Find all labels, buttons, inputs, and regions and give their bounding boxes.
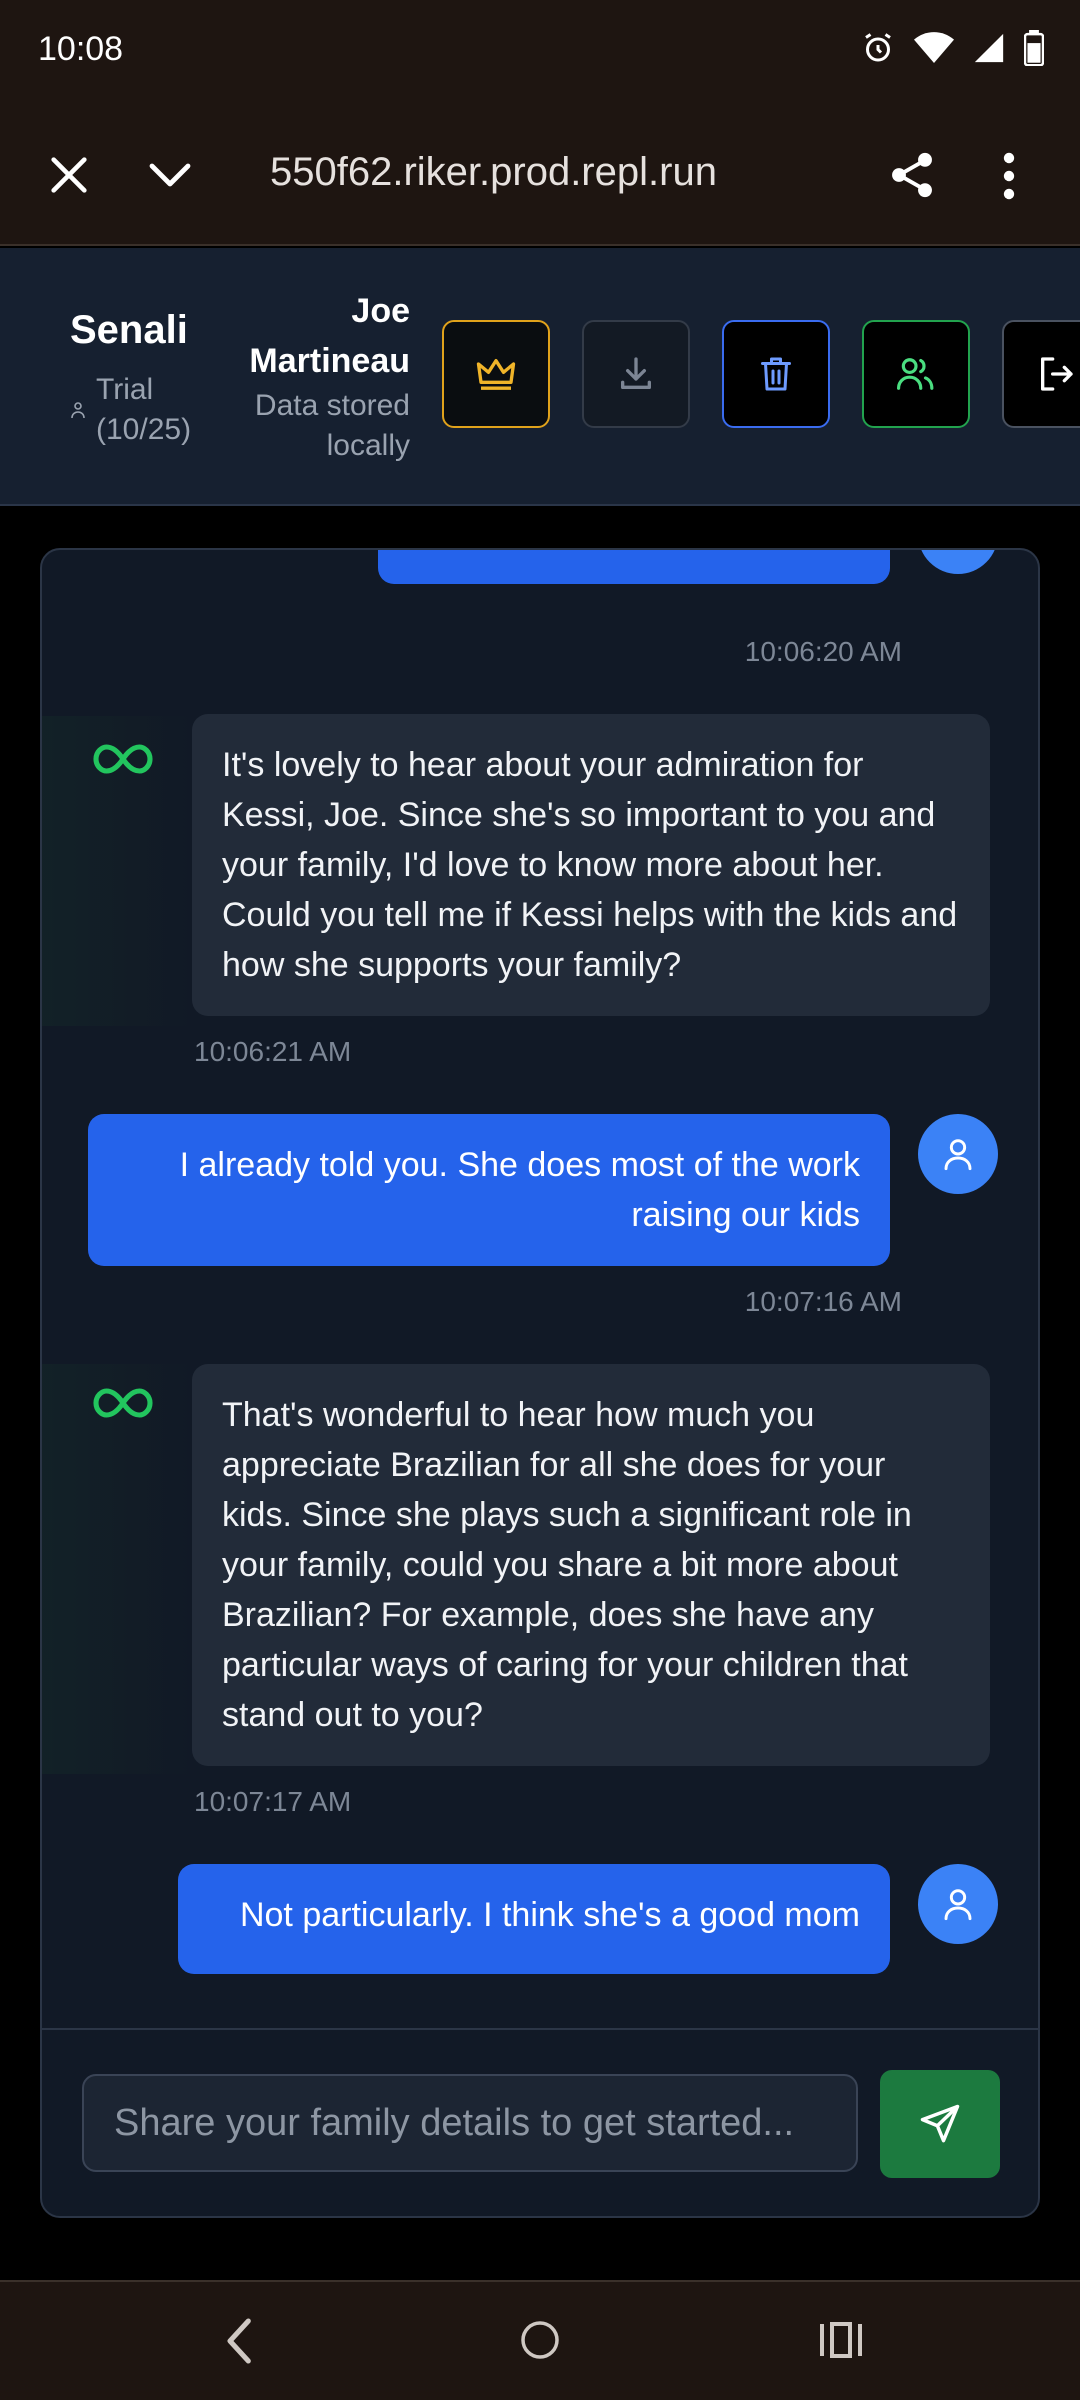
status-bar: 10:08 bbox=[0, 0, 1080, 104]
user-name-line1: Joe bbox=[351, 292, 410, 330]
user-icon bbox=[944, 1889, 972, 1921]
message-text: That's wonderful to hear how much you ap… bbox=[222, 1396, 912, 1734]
battery-icon bbox=[1024, 30, 1044, 66]
infinity-icon bbox=[93, 744, 153, 774]
storage-line2: locally bbox=[326, 429, 410, 462]
trial-status: Trial (10/25) bbox=[70, 370, 191, 450]
browser-toolbar: 550f62.riker.prod.repl.run bbox=[0, 104, 1080, 246]
back-icon[interactable] bbox=[220, 2316, 260, 2366]
plan-count: (10/25) bbox=[96, 413, 192, 446]
plan-label: Trial bbox=[96, 373, 154, 406]
user-avatar bbox=[918, 550, 998, 574]
url-field[interactable]: 550f62.riker.prod.repl.run bbox=[270, 150, 717, 195]
user-message: I already told you. She does most of the… bbox=[88, 1114, 890, 1266]
user-message: Not particularly. I think she's a good m… bbox=[178, 1864, 890, 1974]
send-button[interactable] bbox=[880, 2070, 1000, 2178]
message-text: I already told you. She does most of the… bbox=[179, 1146, 860, 1234]
assistant-message: It's lovely to hear about your admiratio… bbox=[192, 714, 990, 1016]
user-avatar bbox=[918, 1864, 998, 1944]
family-button[interactable] bbox=[862, 320, 970, 428]
user-avatar bbox=[918, 1114, 998, 1194]
wifi-icon bbox=[914, 32, 954, 63]
storage-line1: Data stored bbox=[254, 389, 410, 422]
trash-icon bbox=[761, 357, 791, 391]
assistant-glow bbox=[42, 1364, 192, 1774]
message-text: Not particularly. I think she's a good m… bbox=[239, 1896, 860, 1934]
message-timestamp: 10:06:21 AM bbox=[194, 1036, 352, 1067]
more-vert-icon[interactable] bbox=[996, 152, 1022, 200]
user-info: Joe Martineau Data stored locally bbox=[210, 286, 410, 466]
logout-button[interactable] bbox=[1002, 320, 1080, 428]
delete-button[interactable] bbox=[722, 320, 830, 428]
users-icon bbox=[896, 358, 934, 390]
user-icon bbox=[944, 1139, 972, 1171]
status-time: 10:08 bbox=[38, 30, 124, 68]
assistant-message: That's wonderful to hear how much you ap… bbox=[192, 1364, 990, 1766]
system-nav-bar bbox=[0, 2280, 1080, 2400]
message-text: It's lovely to hear about your admiratio… bbox=[222, 746, 958, 984]
message-list[interactable]: 10:06:20 AM It's lovely to hear about yo… bbox=[42, 550, 1038, 2028]
message-timestamp: 10:06:20 AM bbox=[744, 636, 902, 667]
crown-icon bbox=[476, 358, 516, 390]
share-icon[interactable] bbox=[886, 148, 938, 202]
alarm-icon bbox=[865, 33, 891, 62]
composer bbox=[42, 2028, 1038, 2216]
infinity-icon bbox=[93, 1388, 153, 1418]
logout-icon bbox=[1041, 357, 1073, 391]
signal-icon bbox=[974, 33, 1004, 63]
chat-panel: 10:06:20 AM It's lovely to hear about yo… bbox=[40, 548, 1040, 2218]
chevron-down-icon[interactable] bbox=[146, 156, 194, 196]
message-input[interactable] bbox=[82, 2074, 858, 2172]
user-small-icon bbox=[71, 402, 85, 419]
message-timestamp: 10:07:16 AM bbox=[744, 1286, 902, 1317]
status-icons bbox=[860, 30, 1044, 66]
send-icon bbox=[920, 2104, 960, 2143]
recents-icon[interactable] bbox=[818, 2318, 864, 2362]
close-icon[interactable] bbox=[46, 152, 92, 198]
export-button[interactable] bbox=[582, 320, 690, 428]
user-message bbox=[378, 550, 890, 584]
brand-name: Senali bbox=[70, 308, 188, 352]
app-header: Senali Trial (10/25) Joe Martineau Data … bbox=[0, 248, 1080, 506]
premium-button[interactable] bbox=[442, 320, 550, 428]
home-icon[interactable] bbox=[518, 2314, 562, 2366]
message-timestamp: 10:07:17 AM bbox=[194, 1786, 352, 1817]
download-icon bbox=[621, 357, 651, 389]
user-name-line2: Martineau bbox=[249, 342, 410, 380]
